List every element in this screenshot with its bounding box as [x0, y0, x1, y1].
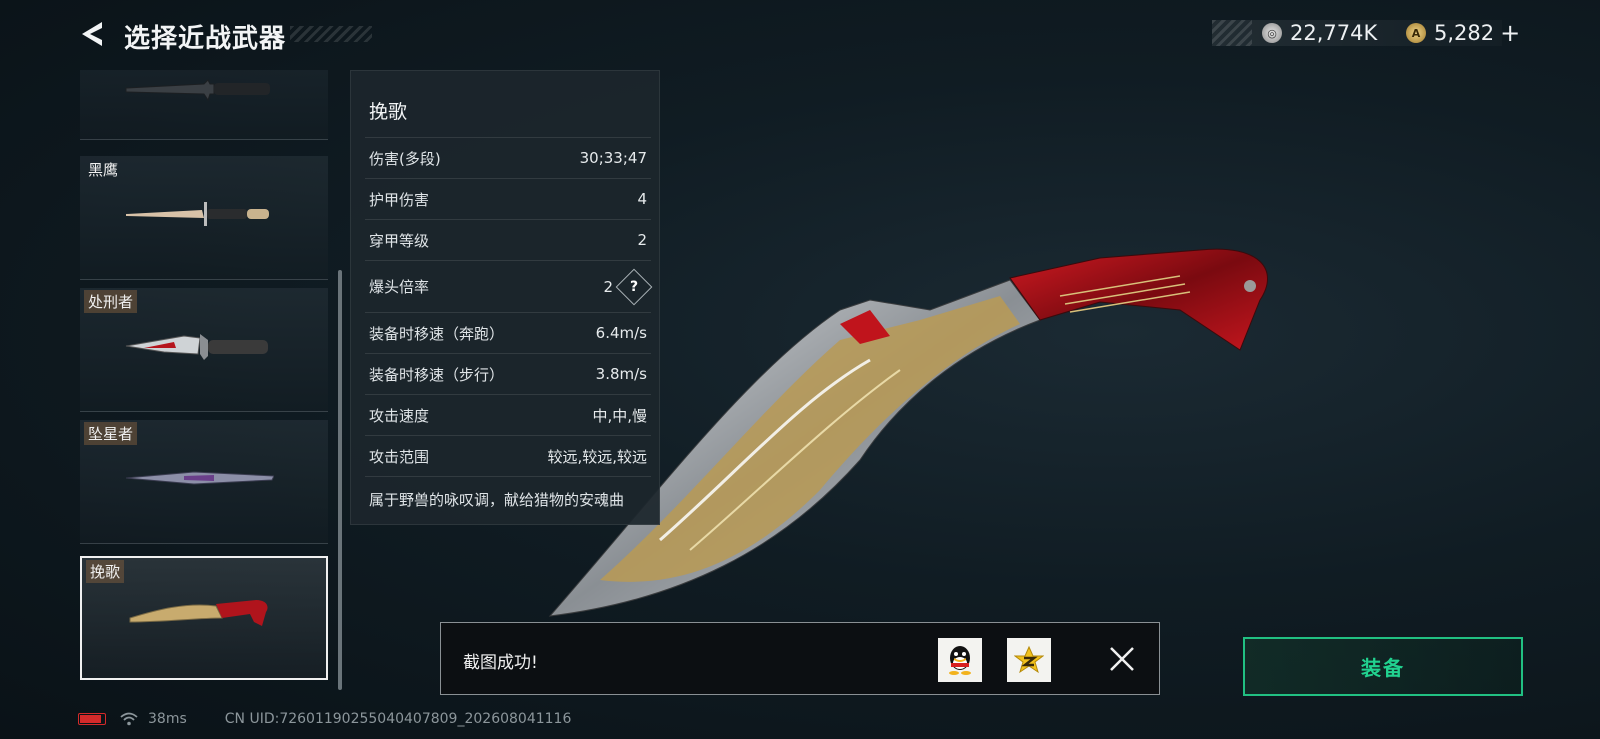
stat-row-armor-damage: 护甲伤害 4: [365, 178, 651, 219]
title-decoration: [290, 26, 372, 42]
back-arrow-icon[interactable]: [76, 18, 108, 50]
page-title: 选择近战武器: [124, 24, 287, 54]
share-qq-button[interactable]: [938, 638, 982, 682]
gold-amount: 5,282: [1434, 21, 1495, 45]
stat-label: 装备时移速（步行）: [369, 365, 505, 384]
equip-button[interactable]: 装备: [1243, 637, 1523, 696]
stat-row-run-speed: 装备时移速（奔跑） 6.4m/s: [365, 312, 651, 353]
stat-value: 6.4m/s: [595, 324, 647, 342]
stat-label: 护甲伤害: [369, 190, 430, 209]
silver-coin-icon: ◎: [1262, 23, 1282, 43]
user-uid: CN UID:7260119025504040​7809_20260804111…: [224, 711, 572, 727]
stats-table: 伤害(多段) 30;33;47 护甲伤害 4 穿甲等级 2 爆头倍率 2 ? 装…: [365, 137, 653, 510]
weapon-name: 挽歌: [86, 560, 125, 583]
add-currency-button[interactable]: +: [1500, 19, 1520, 47]
combat-knife-image: [125, 79, 270, 102]
header: 选择近战武器 ◎ 22,774K A 5,282 +: [0, 0, 1600, 64]
share-qzone-button[interactable]: [1007, 638, 1051, 682]
weapon-list[interactable]: 黑鹰 处刑者 坠星者 挽歌: [80, 70, 330, 690]
black-hawk-knife-image: [126, 202, 269, 226]
elegy-knife-image: [129, 600, 268, 626]
weapon-card-elegy[interactable]: 挽歌: [80, 556, 328, 680]
ping-value: 38ms: [148, 711, 187, 727]
stat-label: 穿甲等级: [369, 231, 430, 250]
executioner-knife-image: [125, 334, 268, 360]
toast-message: 截图成功!: [463, 653, 538, 673]
stat-label: 爆头倍率: [369, 278, 430, 296]
battery-icon: [78, 713, 106, 725]
qzone-icon: [1014, 645, 1044, 674]
stat-label: 伤害(多段): [369, 149, 441, 168]
screenshot-toast: 截图成功!: [440, 622, 1160, 695]
stat-row-attack-range: 攻击范围 较远,较远,较远: [365, 435, 651, 476]
star-faller-knife-image: [125, 471, 274, 485]
weapon-name: 处刑者: [84, 290, 138, 313]
stat-value: 中,中,慢: [592, 406, 647, 425]
weapon-card-black-hawk[interactable]: 黑鹰: [80, 156, 328, 280]
weapon-name: 坠星者: [84, 422, 138, 445]
help-icon: ?: [629, 278, 639, 295]
weapon-stats-panel: 挽歌 伤害(多段) 30;33;47 护甲伤害 4 穿甲等级 2 爆头倍率 2 …: [350, 70, 660, 525]
weapon-card-star-faller[interactable]: 坠星者: [80, 420, 328, 544]
stat-value: 30;33;47: [579, 149, 647, 167]
stat-row-attack-speed: 攻击速度 中,中,慢: [365, 394, 651, 435]
wifi-icon: [120, 712, 138, 726]
stat-value: 3.8m/s: [595, 365, 647, 383]
qq-icon: [949, 646, 971, 675]
weapon-name: 黑鹰: [88, 161, 119, 179]
stat-value: 2: [603, 277, 613, 296]
stat-value-group: 2 ?: [603, 268, 653, 305]
stat-value: 2: [637, 231, 647, 249]
stat-value: 较远,较远,较远: [547, 447, 647, 466]
close-icon[interactable]: [1105, 642, 1139, 676]
help-button[interactable]: ?: [615, 268, 653, 305]
equip-button-label: 装备: [1361, 656, 1405, 680]
stat-row-damage: 伤害(多段) 30;33;47: [365, 137, 651, 178]
silver-currency: ◎ 22,774K: [1262, 20, 1377, 46]
weapon-card-executioner[interactable]: 处刑者: [80, 288, 328, 412]
stat-label: 攻击范围: [369, 447, 430, 466]
gold-coin-icon: A: [1406, 23, 1426, 43]
stat-row-headshot: 爆头倍率 2 ?: [365, 260, 653, 312]
weapon-description: 属于野兽的咏叹调，献给猎物的安魂曲: [365, 476, 651, 510]
gold-currency: A 5,282 +: [1406, 19, 1520, 47]
stat-value: 4: [637, 190, 647, 208]
stat-row-walk-speed: 装备时移速（步行） 3.8m/s: [365, 353, 651, 394]
weapon-card-combat-knife[interactable]: [80, 70, 328, 140]
stat-label: 攻击速度: [369, 406, 430, 425]
weapon-title: 挽歌: [369, 101, 408, 123]
weapon-list-scrollbar[interactable]: [338, 270, 342, 690]
stat-row-penetration: 穿甲等级 2: [365, 219, 651, 260]
status-bar: 38ms CN UID:7260119025504040​7809_202608…: [78, 709, 571, 729]
stat-label: 装备时移速（奔跑）: [369, 324, 505, 343]
silver-amount: 22,774K: [1290, 21, 1378, 45]
